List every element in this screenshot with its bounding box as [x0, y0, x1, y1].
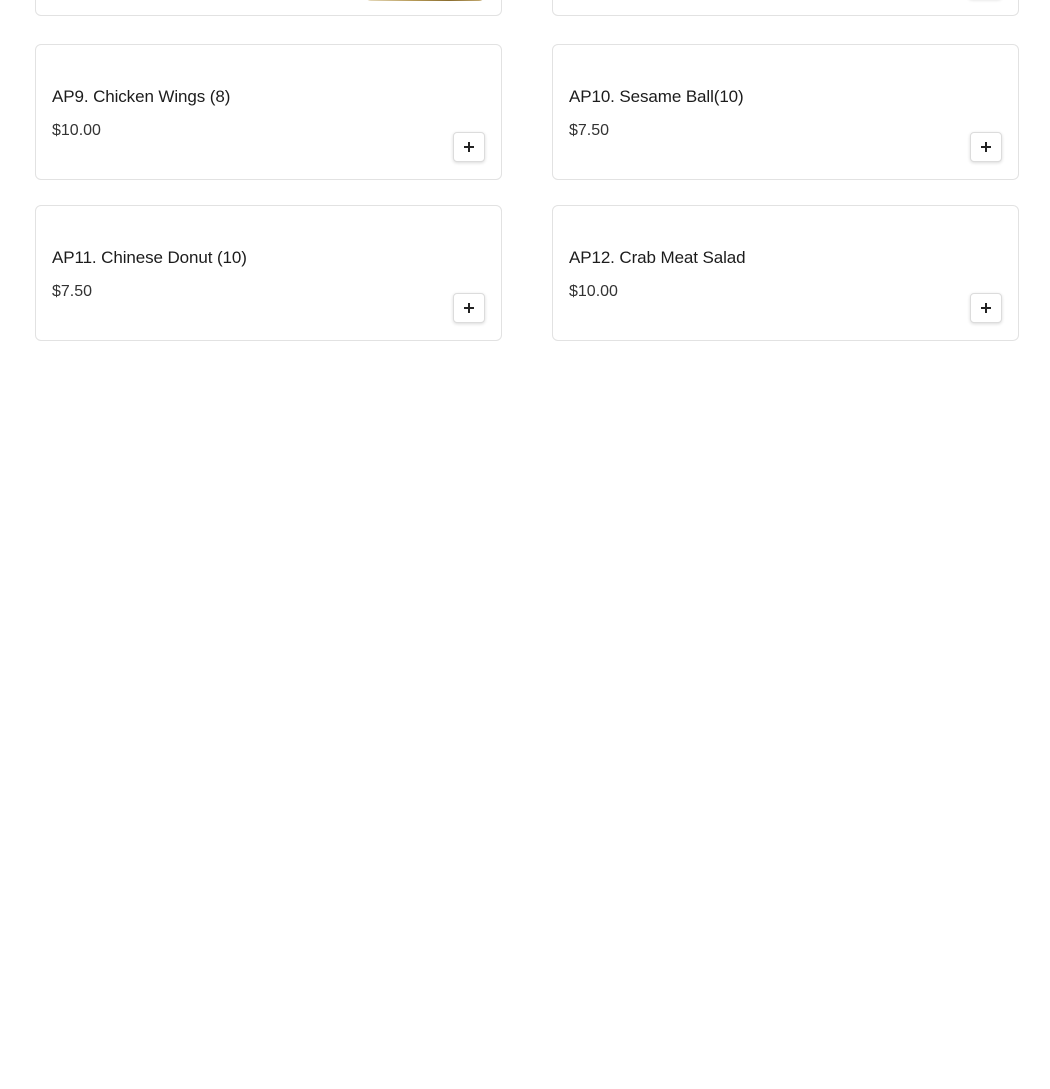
menu-item-card-partial-left[interactable] [35, 0, 502, 16]
food-photo-thumbnail [365, 0, 485, 1]
add-item-button[interactable] [453, 293, 485, 323]
add-item-button[interactable] [970, 293, 1002, 323]
menu-item-card[interactable]: AP10. Sesame Ball(10) $7.50 [552, 44, 1019, 180]
plus-icon [464, 142, 474, 152]
item-name: AP12. Crab Meat Salad [569, 248, 746, 267]
menu-item-card[interactable]: AP12. Crab Meat Salad $10.00 [552, 205, 1019, 341]
item-price: $10.00 [52, 122, 101, 139]
item-name: AP11. Chinese Donut (10) [52, 248, 247, 267]
menu-item-card-partial-right[interactable] [552, 0, 1019, 16]
item-price: $10.00 [569, 283, 618, 300]
item-name: AP10. Sesame Ball(10) [569, 87, 744, 106]
plus-icon [981, 142, 991, 152]
add-item-button[interactable] [453, 132, 485, 162]
add-item-button[interactable] [970, 132, 1002, 162]
item-price: $7.50 [52, 283, 93, 300]
item-name: AP9. Chicken Wings (8) [52, 87, 231, 106]
menu-item-card[interactable]: AP9. Chicken Wings (8) $10.00 [35, 44, 502, 180]
plus-icon [981, 303, 991, 313]
item-price: $7.50 [569, 122, 610, 139]
plus-icon [464, 303, 474, 313]
menu-item-card[interactable]: AP11. Chinese Donut (10) $7.50 [35, 205, 502, 341]
